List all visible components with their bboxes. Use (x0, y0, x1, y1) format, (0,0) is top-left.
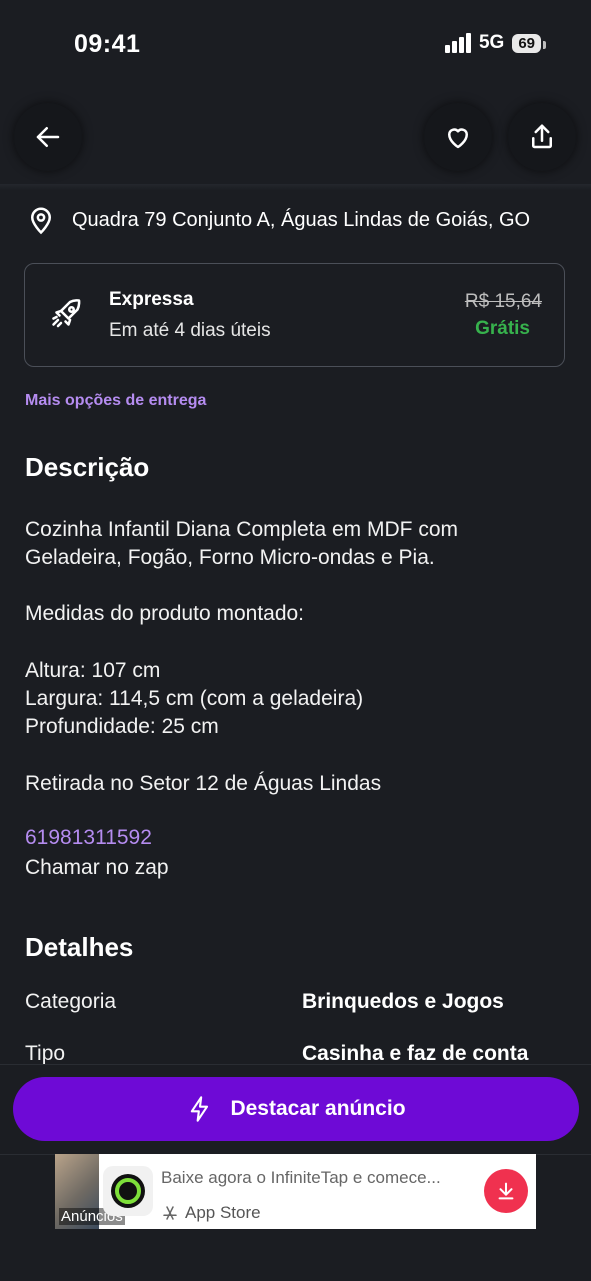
location-pin-icon (30, 207, 52, 235)
share-icon (532, 124, 552, 149)
back-button[interactable] (14, 103, 82, 171)
battery-icon: 69 (512, 33, 546, 53)
description-line: Chamar no zap (25, 856, 169, 879)
details-heading: Detalhes (25, 932, 134, 962)
header-divider (0, 184, 591, 190)
delivery-card[interactable]: Expressa Em até 4 dias úteis R$ 15,64 Gr… (24, 263, 565, 367)
delivery-subtitle: Em até 4 dias úteis (109, 320, 271, 341)
status-bar: 09:41 5G 69 (0, 0, 591, 88)
detail-label-category: Categoria (25, 990, 117, 1013)
description-line: Largura: 114,5 cm (com a geladeira) (25, 687, 364, 710)
location-address: Quadra 79 Conjunto A, Águas Lindas de Go… (72, 208, 531, 231)
description-line: Profundidade: 25 cm (25, 715, 219, 738)
status-indicators: 5G 69 (444, 32, 546, 54)
description-line: Retirada no Setor 12 de Águas Lindas (25, 772, 382, 795)
favorite-button[interactable] (424, 103, 492, 171)
ad-store-row: App Store (161, 1203, 261, 1223)
arrow-left-icon (36, 127, 60, 147)
app-store-icon (163, 1206, 177, 1220)
detail-value-type: Casinha e faz de conta (302, 1042, 529, 1065)
ad-banner[interactable]: Anúncios Baixe agora o InfiniteTap e com… (55, 1154, 536, 1229)
delivery-old-price: R$ 15,64 (464, 291, 542, 312)
highlight-ad-label: Destacar anúncio (230, 1097, 406, 1120)
share-button[interactable] (508, 103, 576, 171)
heart-icon (448, 128, 468, 149)
phone-link[interactable]: 61981311592 (25, 826, 152, 850)
network-type: 5G (478, 32, 505, 53)
description-line: Geladeira, Fogão, Forno Micro-ondas e Pi… (25, 546, 435, 569)
signal-icon (444, 33, 471, 53)
delivery-title: Expressa (109, 289, 194, 310)
status-time: 09:41 (74, 30, 141, 58)
detail-label-type: Tipo (25, 1042, 66, 1065)
app-logo-icon (103, 1166, 153, 1216)
description-line: Cozinha Infantil Diana Completa em MDF c… (25, 518, 459, 541)
detail-value-category: Brinquedos e Jogos (302, 990, 504, 1013)
location-row: Quadra 79 Conjunto A, Águas Lindas de Go… (26, 204, 530, 236)
description-heading: Descrição (25, 452, 150, 482)
download-icon (498, 1182, 514, 1200)
ad-title: Baixe agora o InfiniteTap e comece... (161, 1168, 441, 1187)
rocket-icon (52, 299, 81, 328)
ad-store-name: App Store (185, 1203, 261, 1222)
ad-download-button[interactable] (484, 1169, 528, 1213)
more-delivery-options-link[interactable]: Mais opções de entrega (25, 392, 206, 410)
lightning-icon (191, 1096, 209, 1122)
highlight-ad-button[interactable]: Destacar anúncio (13, 1077, 579, 1141)
delivery-price: Grátis (475, 318, 530, 339)
description-line: Medidas do produto montado: (25, 602, 305, 625)
description-line: Altura: 107 cm (25, 659, 161, 682)
